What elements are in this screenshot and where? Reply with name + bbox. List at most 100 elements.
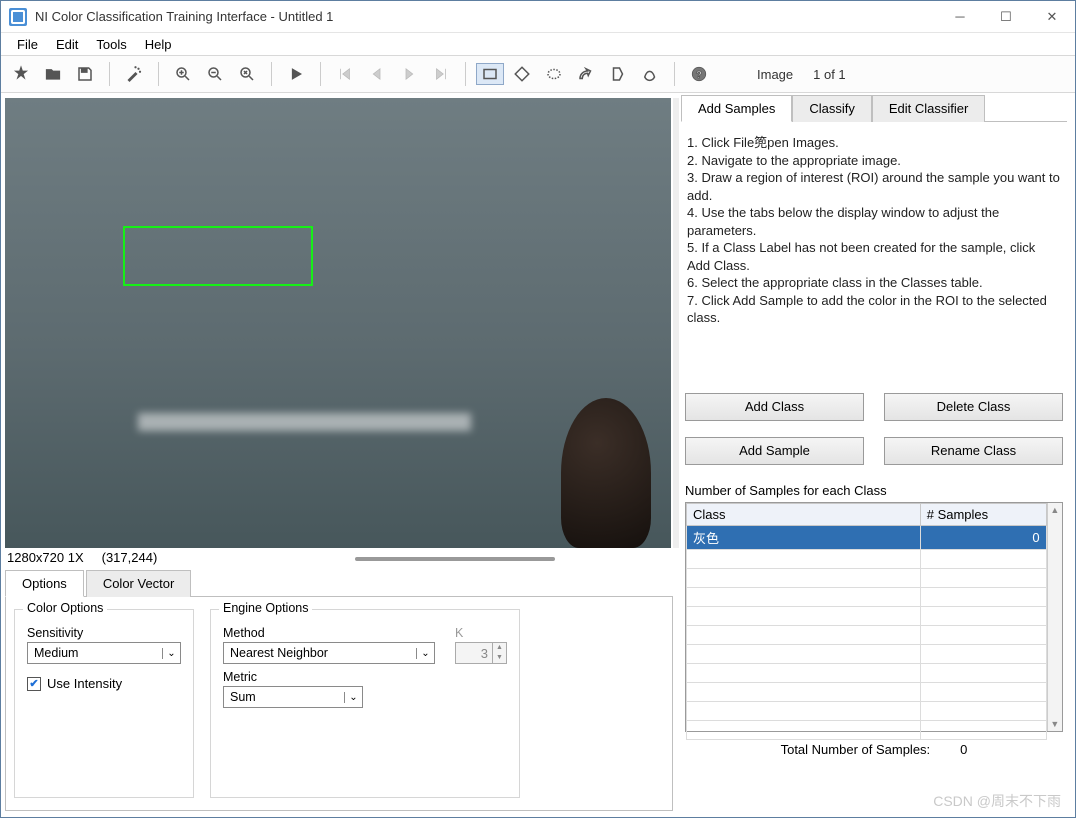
status-dimensions: 1280x720 1X — [7, 550, 84, 565]
open-icon[interactable] — [39, 60, 67, 88]
diamond-tool-icon[interactable] — [508, 60, 536, 88]
metric-value: Sum — [224, 690, 344, 704]
oval-tool-icon[interactable] — [540, 60, 568, 88]
use-intensity-checkbox[interactable]: ✔ Use Intensity — [27, 676, 181, 691]
zoom-fit-icon[interactable] — [233, 60, 261, 88]
checkbox-checked-icon: ✔ — [27, 677, 41, 691]
table-row[interactable] — [687, 702, 1047, 721]
engine-options-group: Engine Options Method Nearest Neighbor ⌄ — [210, 609, 520, 798]
content: 1280x720 1X (317,244) Options Color Vect… — [1, 93, 1075, 817]
zoom-out-icon[interactable] — [201, 60, 229, 88]
tab-add-samples[interactable]: Add Samples — [681, 95, 792, 122]
table-label: Number of Samples for each Class — [685, 483, 1063, 498]
menubar: File Edit Tools Help — [1, 33, 1075, 55]
totals: Total Number of Samples: 0 — [681, 742, 1067, 757]
scroll-up-icon: ▲ — [1050, 505, 1059, 515]
tab-edit-classifier[interactable]: Edit Classifier — [872, 95, 985, 122]
table-row[interactable] — [687, 721, 1047, 740]
scroll-down-icon: ▼ — [1050, 719, 1059, 729]
add-sample-button[interactable]: Add Sample — [685, 437, 864, 465]
minimize-button[interactable]: ─ — [937, 1, 983, 33]
zoom-in-icon[interactable] — [169, 60, 197, 88]
cell-class: 灰色 — [687, 526, 921, 550]
table-row[interactable] — [687, 645, 1047, 664]
add-class-button[interactable]: Add Class — [685, 393, 864, 421]
instruction-line: 3. Draw a region of interest (ROI) aroun… — [687, 169, 1061, 204]
close-button[interactable]: ✕ — [1029, 1, 1075, 33]
prev-icon[interactable] — [363, 60, 391, 88]
instruction-line: 5. If a Class Label has not been created… — [687, 239, 1061, 274]
right-tabs: Add Samples Classify Edit Classifier — [681, 94, 1067, 122]
k-label: K — [455, 626, 507, 640]
first-icon[interactable] — [331, 60, 359, 88]
color-options-group: Color Options Sensitivity Medium ⌄ ✔ Use… — [14, 609, 194, 798]
instruction-line: 4. Use the tabs below the display window… — [687, 204, 1061, 239]
rect-tool-icon[interactable] — [476, 63, 504, 85]
save-icon[interactable] — [71, 60, 99, 88]
freehand-tool-icon[interactable] — [636, 60, 664, 88]
use-intensity-label: Use Intensity — [47, 676, 122, 691]
table-scrollbar[interactable]: ▲▼ — [1047, 503, 1062, 731]
table-row[interactable] — [687, 588, 1047, 607]
maximize-button[interactable]: ☐ — [983, 1, 1029, 33]
wand-icon[interactable] — [120, 60, 148, 88]
table-row[interactable] — [687, 550, 1047, 569]
col-samples[interactable]: # Samples — [920, 504, 1046, 526]
menu-file[interactable]: File — [9, 35, 46, 54]
tab-color-vector[interactable]: Color Vector — [86, 570, 192, 597]
table-row[interactable] — [687, 683, 1047, 702]
image-count: 1 of 1 — [813, 67, 846, 82]
table-row[interactable] — [687, 664, 1047, 683]
watermark: CSDN @周末不下雨 — [933, 791, 1061, 811]
help-icon[interactable]: ? — [685, 60, 713, 88]
polygon-tool-icon[interactable] — [604, 60, 632, 88]
bottom-tabs: Options Color Vector — [5, 569, 681, 596]
metric-label: Metric — [223, 670, 435, 684]
classes-table[interactable]: Class # Samples 灰色 0 — [685, 502, 1063, 732]
tab-classify[interactable]: Classify — [792, 95, 872, 122]
next-icon[interactable] — [395, 60, 423, 88]
totals-label: Total Number of Samples: — [781, 742, 931, 757]
col-class[interactable]: Class — [687, 504, 921, 526]
table-row[interactable] — [687, 607, 1047, 626]
new-icon[interactable] — [7, 60, 35, 88]
rename-class-button[interactable]: Rename Class — [884, 437, 1063, 465]
method-select[interactable]: Nearest Neighbor ⌄ — [223, 642, 435, 664]
last-icon[interactable] — [427, 60, 455, 88]
image-view[interactable] — [5, 98, 671, 548]
stepper-down-icon: ▼ — [493, 653, 506, 663]
stepper-up-icon: ▲ — [493, 643, 506, 653]
k-value: 3 — [456, 646, 492, 661]
instruction-line: 1. Click File篼pen Images. — [687, 134, 1061, 152]
table-row[interactable]: 灰色 0 — [687, 526, 1047, 550]
status-bar: 1280x720 1X (317,244) — [1, 548, 681, 567]
roi-rectangle[interactable] — [123, 226, 313, 286]
status-slider[interactable] — [355, 557, 555, 561]
svg-text:?: ? — [696, 69, 702, 81]
image-scene — [5, 98, 671, 548]
tab-options[interactable]: Options — [5, 570, 84, 597]
metric-select[interactable]: Sum ⌄ — [223, 686, 363, 708]
play-icon[interactable] — [282, 60, 310, 88]
menu-help[interactable]: Help — [137, 35, 180, 54]
window-title: NI Color Classification Training Interfa… — [35, 9, 937, 24]
chevron-down-icon: ⌄ — [344, 692, 362, 703]
instruction-line: 6. Select the appropriate class in the C… — [687, 274, 1061, 292]
table-row[interactable] — [687, 626, 1047, 645]
totals-value: 0 — [960, 742, 967, 757]
method-label: Method — [223, 626, 435, 640]
menu-edit[interactable]: Edit — [48, 35, 86, 54]
delete-class-button[interactable]: Delete Class — [884, 393, 1063, 421]
annulus-tool-icon[interactable] — [572, 60, 600, 88]
image-scrollbar[interactable] — [673, 98, 679, 548]
image-counter: Image 1 of 1 — [757, 67, 846, 82]
menu-tools[interactable]: Tools — [88, 35, 134, 54]
chevron-down-icon: ⌄ — [416, 648, 434, 659]
toolbar: ? Image 1 of 1 — [1, 55, 1075, 93]
chevron-down-icon: ⌄ — [162, 648, 180, 659]
engine-options-title: Engine Options — [219, 601, 312, 615]
sensitivity-select[interactable]: Medium ⌄ — [27, 642, 181, 664]
instruction-line: 7. Click Add Sample to add the color in … — [687, 292, 1061, 327]
instructions: 1. Click File篼pen Images. 2. Navigate to… — [681, 122, 1067, 335]
table-row[interactable] — [687, 569, 1047, 588]
